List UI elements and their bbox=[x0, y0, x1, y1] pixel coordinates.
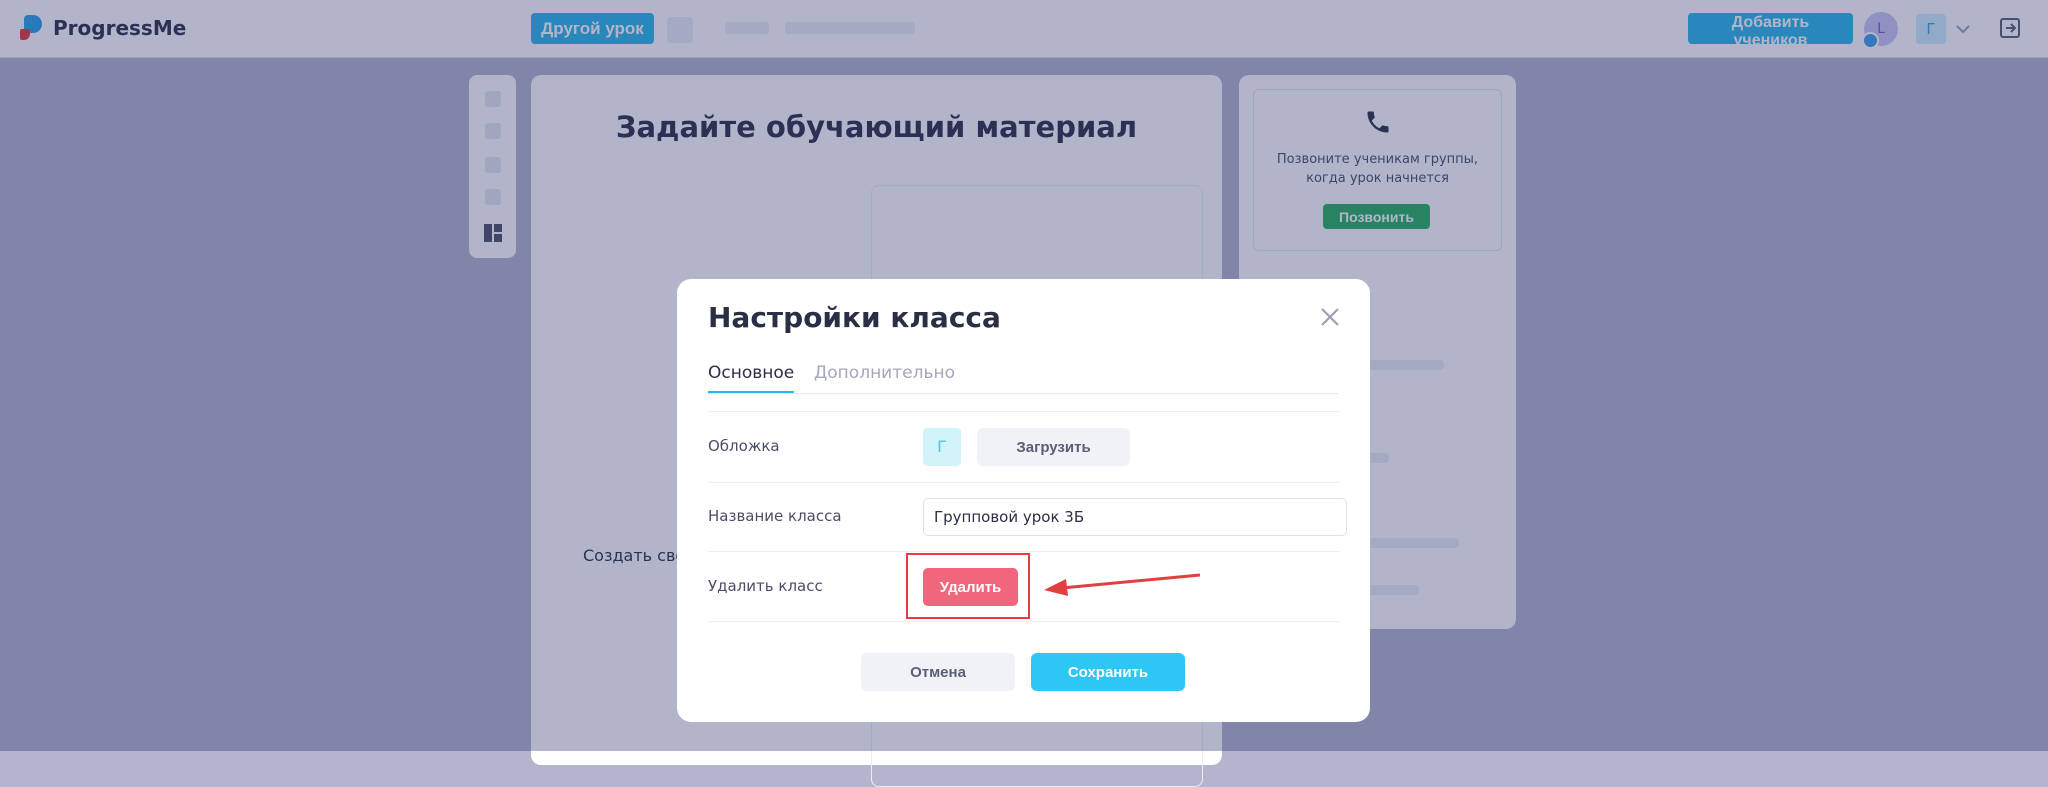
class-name-input[interactable] bbox=[923, 498, 1347, 536]
modal-title: Настройки класса bbox=[708, 301, 1001, 334]
tab-main[interactable]: Основное bbox=[708, 363, 795, 393]
annotation-highlight-box bbox=[906, 553, 1030, 619]
cover-thumbnail: Г bbox=[923, 428, 961, 466]
class-name-label: Название класса bbox=[708, 507, 842, 525]
tab-bar: Основное Дополнительно bbox=[708, 363, 1339, 394]
divider bbox=[708, 551, 1339, 552]
divider bbox=[708, 411, 1339, 412]
divider bbox=[708, 621, 1339, 622]
save-button[interactable]: Сохранить bbox=[1031, 653, 1185, 691]
class-settings-modal: Настройки класса Основное Дополнительно … bbox=[677, 279, 1370, 722]
tab-additional[interactable]: Дополнительно bbox=[814, 363, 955, 391]
upload-button[interactable]: Загрузить bbox=[977, 428, 1130, 466]
cover-label: Обложка bbox=[708, 437, 780, 455]
close-icon[interactable] bbox=[1317, 304, 1343, 330]
divider bbox=[708, 482, 1339, 483]
cancel-button[interactable]: Отмена bbox=[861, 653, 1015, 691]
arrow-annotation-icon bbox=[1044, 573, 1201, 596]
delete-class-label: Удалить класс bbox=[708, 577, 823, 595]
